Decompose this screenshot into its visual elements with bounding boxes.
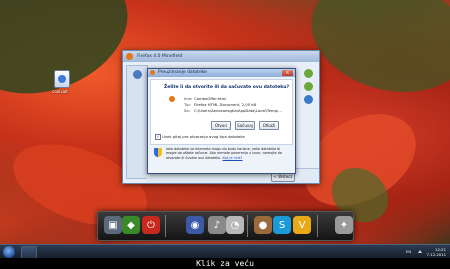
field-type-key: Tip: [184, 102, 191, 107]
field-source-value: C:\Users\Aenacaesgtia\AppData\Local\Temp… [194, 108, 282, 113]
dock-separator [247, 215, 248, 237]
field-name-value: ComboOffer.html [194, 96, 227, 101]
green-orb-icon [304, 69, 313, 78]
dock-separator [165, 215, 166, 237]
explorer-icon[interactable]: ▣ [104, 216, 122, 234]
settings-icon[interactable]: ✦ [335, 216, 353, 234]
download-dialog[interactable]: Preuzimanje datoteke X Želite li da otvo… [147, 68, 296, 174]
shortcut-icon [54, 70, 70, 88]
always-ask-checkbox[interactable]: ✓ [155, 134, 161, 140]
open-button[interactable]: Otvori [211, 121, 231, 130]
dock-separator [317, 215, 318, 237]
field-source-row: Sa: C:\Users\Aenacaesgtia\AppData\Local\T… [184, 108, 282, 113]
clock-icon[interactable]: ◔ [226, 216, 244, 234]
skype-icon[interactable]: S [273, 216, 291, 234]
desktop-shortcut[interactable]: coolvalt [50, 70, 74, 94]
firefox-icon [126, 53, 133, 60]
always-ask-label: Uvek pitaj pre otvaranja ovog tipa datot… [162, 134, 245, 139]
file-type-icon [169, 96, 175, 102]
clock-date: 7.12.2011 [426, 252, 446, 257]
dialog-titlebar[interactable]: Preuzimanje datoteke X [148, 69, 295, 77]
field-source-key: Sa: [184, 108, 191, 113]
field-name-key: Ime: [184, 96, 193, 101]
warning-text: Iako datoteke sa Interneta mogu da budu … [166, 147, 288, 160]
start-button[interactable] [3, 246, 15, 258]
image-caption[interactable]: Klik za veću [0, 258, 450, 269]
close-button[interactable]: X [282, 70, 293, 76]
screen: coolvalt Firefox 4.0 Minefield < Wstecz … [0, 0, 450, 269]
language-indicator[interactable]: EN [406, 249, 411, 254]
browser-title: Firefox 4.0 Minefield [137, 54, 183, 59]
speaker-icon[interactable]: ♪ [208, 216, 226, 234]
clock[interactable]: 12:21 7.12.2011 [427, 247, 446, 257]
dialog-question: Želite li da otvorite ili da sačuvate ov… [164, 85, 290, 90]
vlc-icon[interactable]: V [293, 216, 311, 234]
firefox-icon [150, 70, 155, 75]
gopher-icon[interactable]: ● [254, 216, 272, 234]
green-orb-icon [304, 82, 313, 91]
desktop-shortcut-label: coolvalt [52, 89, 68, 94]
risk-link[interactable]: Koji je rizik? [222, 156, 242, 160]
network-icon[interactable]: ◉ [186, 216, 204, 234]
save-button[interactable]: Sačuvaj [235, 121, 255, 130]
dock-bar: ▣ ◆ ⏻ ◉ ♪ ◔ ● S V ✦ [97, 211, 354, 241]
blue-orb-icon [304, 95, 313, 104]
power-icon[interactable]: ⏻ [142, 216, 160, 234]
browser-side-panel [304, 69, 316, 108]
browser-sidebar [126, 65, 148, 179]
field-name-row: Ime: ComboOffer.html [184, 96, 226, 101]
android-icon[interactable]: ◆ [122, 216, 140, 234]
shield-icon [154, 148, 162, 157]
warning-panel: Iako datoteke sa Interneta mogu da budu … [150, 145, 293, 171]
show-hidden-icons-icon[interactable] [418, 250, 422, 253]
cancel-button[interactable]: Otkaži [259, 121, 279, 130]
dialog-body: Želite li da otvorite ili da sačuvate ov… [150, 79, 293, 145]
browser-titlebar[interactable]: Firefox 4.0 Minefield [123, 51, 319, 62]
taskbar: EN 12:21 7.12.2011 [0, 244, 450, 260]
field-type-row: Tip: Firefox HTML Document, 2,05 kB [184, 102, 256, 107]
globe-icon [132, 70, 142, 79]
dialog-title: Preuzimanje datoteke [158, 70, 207, 75]
system-tray: EN 12:21 7.12.2011 [406, 246, 446, 258]
wallpaper-leaf [298, 0, 450, 109]
field-type-value: Firefox HTML Document, 2,05 kB [194, 102, 257, 107]
